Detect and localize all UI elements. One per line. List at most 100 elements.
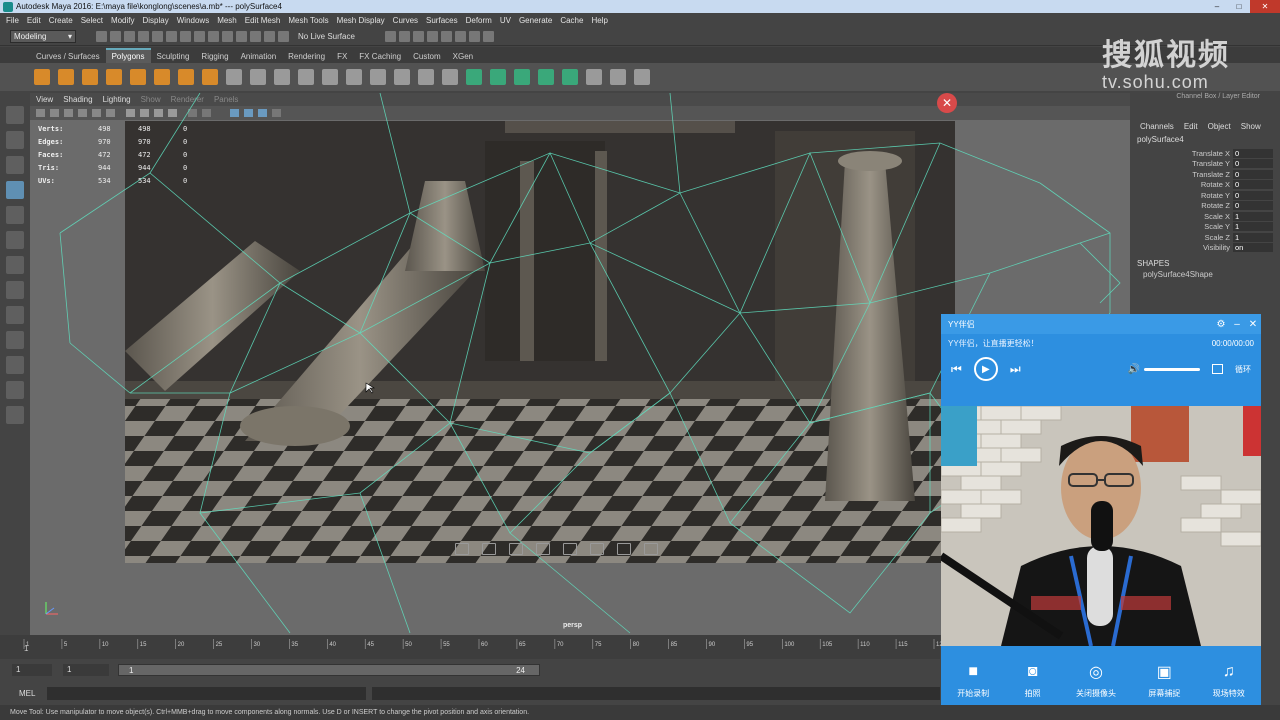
gear-icon[interactable]: ⚙ (1213, 319, 1229, 330)
shelf-tab-xgen[interactable]: XGen (447, 50, 479, 63)
attr-scale-z[interactable]: Scale Z1 (1130, 232, 1280, 243)
attr-value[interactable]: 0 (1233, 180, 1273, 190)
redo-icon[interactable] (152, 31, 163, 42)
render-current-icon[interactable] (398, 31, 410, 42)
channel-box-toggle-icon[interactable] (482, 31, 494, 42)
shelf-tab-curves-surfaces[interactable]: Curves / Surfaces (30, 50, 106, 63)
bevel-icon[interactable] (370, 69, 386, 85)
boolean-icon[interactable] (298, 69, 314, 85)
menu-mesh-tools[interactable]: Mesh Tools (288, 16, 328, 25)
snap-grid-icon[interactable] (208, 31, 219, 42)
select-tool-icon[interactable] (6, 106, 24, 124)
new-scene-icon[interactable] (96, 31, 107, 42)
combine-icon[interactable] (226, 69, 242, 85)
image-viewer-close-button[interactable]: ✕ (937, 93, 957, 113)
attr-translate-z[interactable]: Translate Z0 (1130, 169, 1280, 180)
attr-visibility[interactable]: Visibility on (1130, 243, 1280, 254)
attr-translate-y[interactable]: Translate Y0 (1130, 159, 1280, 170)
skip-previous-icon[interactable]: ⏮ (951, 362, 962, 377)
paint-select-tool-icon[interactable] (6, 156, 24, 174)
shelf-tab-polygons[interactable]: Polygons (105, 48, 151, 63)
shelf-tab-fx[interactable]: FX (331, 50, 353, 63)
side-by-side-layout-icon[interactable] (6, 331, 24, 349)
fit-screen-icon[interactable] (455, 543, 469, 555)
separate-icon[interactable] (250, 69, 266, 85)
shape-node-name[interactable]: polySurface4Shape (1130, 270, 1280, 279)
spherical-uv-icon[interactable] (514, 69, 530, 85)
graph-editor-layout-icon[interactable] (6, 381, 24, 399)
attribute-editor-toggle-icon[interactable] (454, 31, 466, 42)
copy-image-icon[interactable] (617, 543, 631, 555)
menu-generate[interactable]: Generate (519, 16, 552, 25)
poly-cylinder-icon[interactable] (82, 69, 98, 85)
attr-translate-x[interactable]: Translate X0 (1130, 148, 1280, 159)
attr-rotate-z[interactable]: Rotate Z0 (1130, 201, 1280, 212)
poly-plane-icon[interactable] (154, 69, 170, 85)
merge-icon[interactable] (394, 69, 410, 85)
skip-next-icon[interactable]: ⏭ (1010, 362, 1021, 377)
share-icon[interactable] (644, 543, 658, 555)
rotate-tool-icon[interactable] (6, 206, 24, 224)
shelf-tab-rendering[interactable]: Rendering (282, 50, 331, 63)
poly-cone-icon[interactable] (106, 69, 122, 85)
yy-minimize-button[interactable]: – (1229, 319, 1245, 330)
snap-point-icon[interactable] (236, 31, 247, 42)
four-view-layout-icon[interactable] (6, 306, 24, 324)
menu-edit[interactable]: Edit (27, 16, 41, 25)
menu-set-dropdown[interactable]: Modeling ▾ (10, 30, 76, 43)
smooth-icon[interactable] (274, 69, 290, 85)
menu-uv[interactable]: UV (500, 16, 511, 25)
channel-box-menu-object[interactable]: Object (1208, 122, 1231, 131)
menu-select[interactable]: Select (81, 16, 103, 25)
freeze-transform-icon[interactable] (634, 69, 650, 85)
menu-cache[interactable]: Cache (560, 16, 583, 25)
magnet-icon[interactable] (278, 31, 289, 42)
menu-deform[interactable]: Deform (466, 16, 492, 25)
menu-modify[interactable]: Modify (111, 16, 135, 25)
fill-hole-icon[interactable] (418, 69, 434, 85)
close-button[interactable]: ✕ (1250, 0, 1280, 13)
poly-torus-icon[interactable] (130, 69, 146, 85)
start-recording-button[interactable]: ■ 开始录制 (957, 662, 989, 699)
poly-disc-icon[interactable] (178, 69, 194, 85)
time-slider[interactable]: 1 5 10 15 20 25 30 35 40 45 50 55 60 65 70 75 80 85 90 95 10… (0, 635, 942, 659)
automatic-uv-icon[interactable] (538, 69, 554, 85)
planar-uv-icon[interactable] (466, 69, 482, 85)
menu-surfaces[interactable]: Surfaces (426, 16, 458, 25)
poly-cube-icon[interactable] (58, 69, 74, 85)
ipr-render-icon[interactable] (412, 31, 424, 42)
select-by-component-icon[interactable] (194, 31, 205, 42)
hypershade-layout-icon[interactable] (6, 406, 24, 424)
move-tool-icon[interactable] (6, 181, 24, 199)
playback-start-field[interactable]: 1 (63, 664, 109, 676)
attr-scale-x[interactable]: Scale X1 (1130, 211, 1280, 222)
shelf-tab-sculpting[interactable]: Sculpting (151, 50, 196, 63)
cylindrical-uv-icon[interactable] (490, 69, 506, 85)
uv-editor-icon[interactable] (562, 69, 578, 85)
poly-platonic-icon[interactable] (202, 69, 218, 85)
channel-box-menu-channels[interactable]: Channels (1140, 122, 1174, 131)
open-scene-icon[interactable] (110, 31, 121, 42)
menu-edit-mesh[interactable]: Edit Mesh (245, 16, 281, 25)
screen-capture-button[interactable]: ▣ 屏幕捕捉 (1148, 662, 1180, 699)
shelf-tab-animation[interactable]: Animation (235, 50, 283, 63)
save-image-icon[interactable] (590, 543, 604, 555)
undo-icon[interactable] (138, 31, 149, 42)
menu-curves[interactable]: Curves (393, 16, 418, 25)
attr-rotate-y[interactable]: Rotate Y0 (1130, 190, 1280, 201)
loop-toggle[interactable]: 循环 (1235, 364, 1251, 375)
close-webcam-button[interactable]: ◎ 关闭摄像头 (1076, 662, 1116, 699)
single-perspective-layout-icon[interactable] (6, 281, 24, 299)
lasso-tool-icon[interactable] (6, 131, 24, 149)
save-scene-icon[interactable] (124, 31, 135, 42)
center-pivot-icon[interactable] (610, 69, 626, 85)
channel-box-menu-edit[interactable]: Edit (1184, 122, 1198, 131)
menu-display[interactable]: Display (143, 16, 169, 25)
extrude-icon[interactable] (322, 69, 338, 85)
live-surface-label[interactable]: No Live Surface (298, 32, 355, 41)
minimize-button[interactable]: – (1206, 0, 1228, 13)
zoom-in-icon[interactable] (482, 543, 496, 555)
rotate-icon[interactable] (536, 543, 550, 555)
snap-curve-icon[interactable] (222, 31, 233, 42)
attr-value[interactable]: 0 (1233, 190, 1273, 200)
